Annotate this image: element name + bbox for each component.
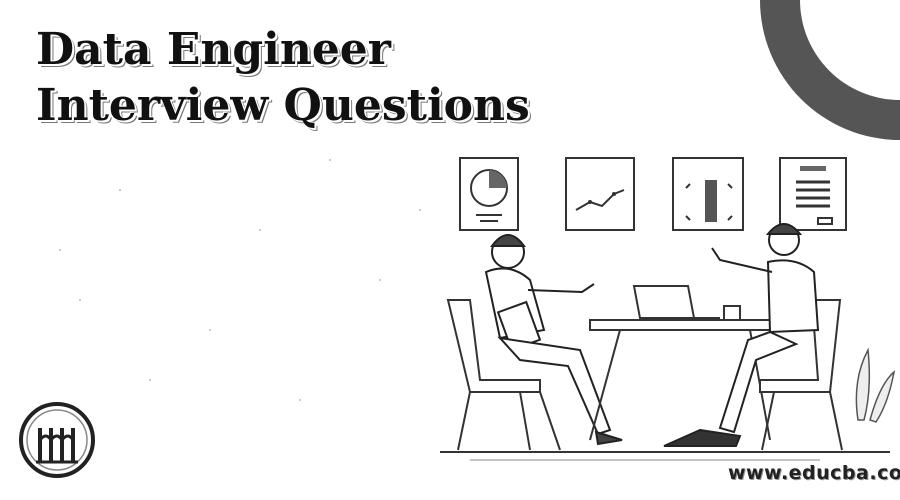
line-chart-card-icon: [565, 157, 635, 231]
watermark-url: www.educba.com: [728, 462, 900, 484]
illustration: [19, 0, 900, 478]
educba-logo-icon: [19, 402, 95, 478]
candidate-figure: [663, 223, 820, 447]
speckle-texture: [59, 159, 421, 401]
plant: [855, 347, 896, 423]
banner: Data Engineer Interview Questions www.ed…: [0, 0, 900, 500]
interviewer-figure: [484, 234, 623, 446]
pie-chart-card-icon: [459, 157, 519, 231]
bar-chart-card-icon: [672, 157, 744, 231]
document-card-icon: [779, 157, 847, 231]
decorative-arc: [760, 0, 900, 140]
floor: [440, 451, 890, 461]
